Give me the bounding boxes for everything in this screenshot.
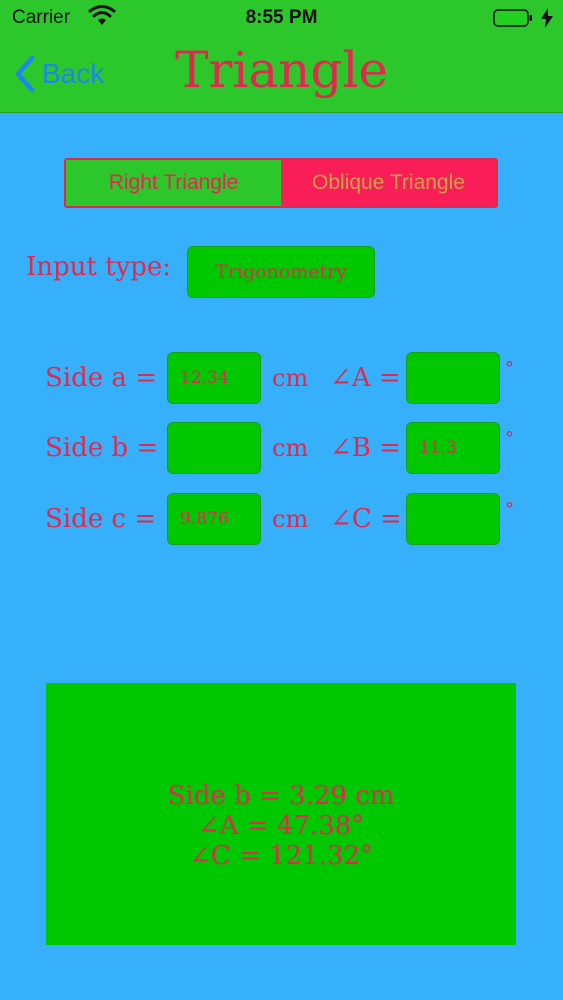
side-b-field[interactable] [167, 422, 261, 474]
result-line-angle-c: ∠C = 121.32° [189, 841, 373, 871]
side-c-field[interactable]: 9.876 [167, 493, 261, 545]
angle-b-degree: ° [505, 428, 514, 449]
page-title: Triangle [175, 41, 388, 99]
side-a-label: Side a = [45, 363, 157, 393]
angle-c-field[interactable] [406, 493, 500, 545]
angle-a-label: ∠A = [330, 363, 401, 393]
result-panel: Side b = 3.29 cm ∠A = 47.38° ∠C = 121.32… [46, 683, 516, 945]
triangle-type-segmented-control: Right Triangle Oblique Triangle [64, 158, 498, 208]
angle-c-degree: ° [505, 499, 514, 520]
screen: Carrier 8:55 PM Back Triangle Right Tria… [0, 0, 563, 1000]
side-b-label: Side b = [45, 433, 159, 463]
input-type-label: Input type: [26, 252, 172, 282]
side-c-unit: cm [272, 505, 309, 533]
side-c-label: Side c = [45, 504, 157, 534]
status-bar: Carrier 8:55 PM [0, 0, 563, 38]
result-line-angle-a: ∠A = 47.38° [197, 811, 365, 841]
angle-b-label: ∠B = [330, 433, 401, 463]
segment-oblique-triangle[interactable]: Oblique Triangle [281, 160, 496, 206]
angle-b-field[interactable]: 11.3 [406, 422, 500, 474]
result-line-side-b: Side b = 3.29 cm [167, 781, 395, 811]
side-b-unit: cm [272, 434, 309, 462]
angle-a-degree: ° [505, 358, 514, 379]
side-a-field[interactable]: 12.34 [167, 352, 261, 404]
angle-a-field[interactable] [406, 352, 500, 404]
clock: 8:55 PM [245, 7, 318, 28]
angle-c-label: ∠C = [330, 504, 402, 534]
input-type-button[interactable]: Trigonometry [187, 246, 375, 298]
segment-right-triangle[interactable]: Right Triangle [66, 160, 281, 206]
bolt-icon [541, 8, 553, 28]
navigation-bar: Carrier 8:55 PM Back Triangle [0, 0, 563, 113]
side-a-unit: cm [272, 364, 309, 392]
battery-icon [493, 9, 532, 27]
